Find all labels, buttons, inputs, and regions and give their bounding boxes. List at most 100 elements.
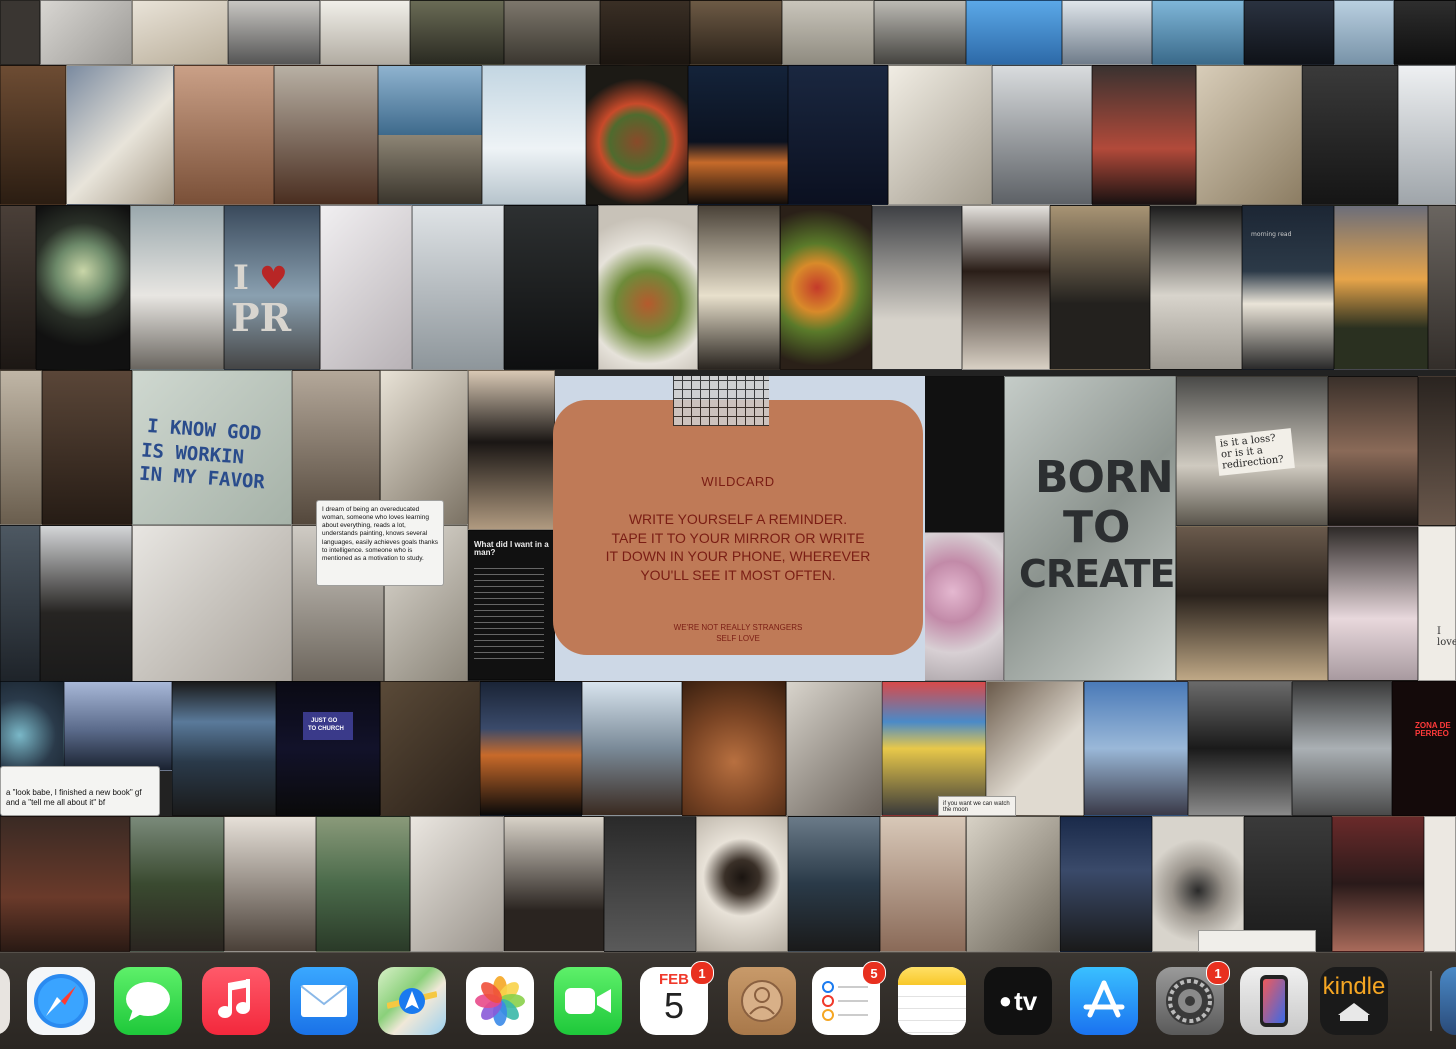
envelope-icon bbox=[300, 985, 348, 1017]
system-settings-app-icon[interactable]: 1 bbox=[1156, 961, 1230, 1035]
dock-app-partial[interactable] bbox=[0, 967, 10, 1035]
collage-photo: is it a loss? or is it a redirection? bbox=[1176, 376, 1328, 526]
safari-compass-icon bbox=[34, 974, 88, 1028]
messages-app-icon[interactable] bbox=[114, 967, 182, 1035]
calendar-app-icon[interactable]: FEB 5 1 bbox=[640, 961, 714, 1035]
collage-photo bbox=[130, 205, 224, 370]
iphone-icon bbox=[1260, 975, 1288, 1027]
collage-photo bbox=[918, 532, 1004, 681]
tv-app-icon[interactable]: ● tv bbox=[984, 967, 1052, 1035]
born-line-2: TO bbox=[1063, 502, 1131, 553]
collage-photo bbox=[1150, 205, 1242, 370]
reminders-app-icon[interactable]: 5 bbox=[812, 961, 886, 1035]
collage-photo bbox=[504, 0, 600, 65]
maps-app-icon[interactable] bbox=[378, 967, 446, 1035]
church-line-1: JUST GO bbox=[311, 718, 338, 724]
note-watch-moon: if you want we can watch the moon bbox=[938, 796, 1016, 816]
collage-photo bbox=[582, 681, 682, 816]
contacts-app-icon[interactable] bbox=[728, 967, 796, 1035]
dock-recent-item[interactable] bbox=[1440, 967, 1456, 1035]
notes-app-icon[interactable] bbox=[898, 967, 966, 1035]
collage-photo bbox=[40, 0, 132, 65]
collage-photo: JUST GO TO CHURCH bbox=[276, 681, 380, 816]
collage-photo bbox=[482, 65, 586, 205]
collage-photo bbox=[788, 816, 880, 952]
zona-neon-sign: ZONA DE PERREO bbox=[1415, 721, 1451, 739]
collage-photo bbox=[786, 681, 882, 816]
collage-photo bbox=[1332, 816, 1424, 952]
collage-photo bbox=[1418, 376, 1456, 526]
wildcard-body: WRITE YOURSELF A REMINDER. TAPE IT TO YO… bbox=[573, 510, 903, 584]
wildcard-card: WILDCARD WRITE YOURSELF A REMINDER. TAPE… bbox=[553, 400, 923, 655]
collage-photo bbox=[780, 205, 872, 370]
desktop-wallpaper-collage: I ♥ PR morning read I KNOW GOD IS WORKIN… bbox=[0, 0, 1456, 952]
collage-photo bbox=[696, 816, 788, 952]
collage-photo bbox=[1092, 65, 1196, 205]
photos-flower-icon bbox=[475, 976, 525, 1026]
apple-logo-icon: ● bbox=[998, 988, 1013, 1013]
collage-photo bbox=[504, 816, 604, 952]
app-store-app-icon[interactable] bbox=[1070, 967, 1138, 1035]
collage-photo bbox=[130, 816, 224, 952]
collage-photo bbox=[586, 65, 688, 205]
collage-photo bbox=[788, 65, 888, 205]
collage-photo bbox=[410, 816, 504, 952]
graffiti-line-3: IN MY FAVOR bbox=[138, 462, 266, 494]
mail-app-icon[interactable] bbox=[290, 967, 358, 1035]
note-title: What did I want in a man? bbox=[474, 540, 549, 558]
collage-photo bbox=[1334, 0, 1394, 65]
collage-photo bbox=[1334, 205, 1428, 370]
collage-photo bbox=[1198, 930, 1316, 952]
i-love-pr-letter-i: I bbox=[233, 258, 249, 298]
collage-photo bbox=[40, 525, 132, 685]
collage-photo bbox=[1176, 526, 1328, 681]
music-app-icon[interactable] bbox=[202, 967, 270, 1035]
wildcard-title: WILDCARD bbox=[701, 474, 775, 489]
collage-photo bbox=[1244, 0, 1334, 65]
speech-bubble-icon bbox=[126, 982, 170, 1021]
collage-photo bbox=[1398, 65, 1456, 205]
collage-photo bbox=[962, 205, 1050, 370]
collage-photo bbox=[410, 0, 504, 65]
wildcard-category: SELF LOVE bbox=[716, 634, 760, 643]
collage-photo bbox=[1084, 681, 1188, 816]
collage-photo: BORN TO CREATE bbox=[1004, 376, 1176, 681]
reminders-notification-badge: 5 bbox=[862, 961, 886, 985]
collage-photo bbox=[888, 65, 992, 205]
collage-photo bbox=[0, 205, 36, 370]
collage-photo bbox=[132, 525, 292, 685]
collage-photo bbox=[0, 65, 66, 205]
collage-photo: morning read bbox=[1242, 205, 1334, 370]
church-line-2: TO CHURCH bbox=[308, 726, 344, 732]
wildcard-line: WRITE YOURSELF A REMINDER. bbox=[628, 511, 848, 527]
collage-photo bbox=[874, 0, 966, 65]
safari-app-icon[interactable] bbox=[27, 967, 95, 1035]
sign-board: is it a loss? or is it a redirection? bbox=[1215, 428, 1295, 476]
kindle-app-icon[interactable]: kindle bbox=[1320, 967, 1388, 1035]
collage-photo bbox=[880, 816, 966, 952]
collage-photo bbox=[690, 0, 782, 65]
dock-divider bbox=[1430, 971, 1432, 1031]
collage-photo: ZONA DE PERREO bbox=[1392, 681, 1456, 816]
collage-photo: I ♥ PR bbox=[224, 205, 320, 370]
person-icon bbox=[741, 980, 783, 1022]
iphone-mirroring-app-icon[interactable] bbox=[1240, 967, 1308, 1035]
collage-photo bbox=[66, 65, 174, 205]
photos-app-icon[interactable] bbox=[466, 967, 534, 1035]
collage-photo bbox=[0, 0, 40, 65]
tweet-overeducated: I dream of being an overeducated woman, … bbox=[316, 500, 444, 586]
kindle-label: kindle bbox=[1322, 973, 1386, 1000]
collage-photo bbox=[604, 816, 696, 952]
collage-photo bbox=[688, 65, 788, 205]
dock: FEB 5 1 5 ● tv 1 kindle bbox=[0, 952, 1456, 1049]
born-line-3: CREATE bbox=[1019, 552, 1175, 596]
notes-lines bbox=[898, 985, 966, 1035]
collage-photo bbox=[380, 681, 480, 816]
wildcard-brand: WE'RE NOT REALLY STRANGERS bbox=[673, 623, 803, 632]
calendar-day: 5 bbox=[663, 985, 685, 1026]
collage-photo bbox=[1302, 65, 1398, 205]
collage-photo bbox=[320, 205, 412, 370]
facetime-app-icon[interactable] bbox=[554, 967, 622, 1035]
i-love-text: I love bbox=[1437, 626, 1456, 648]
app-store-a-icon bbox=[1083, 980, 1125, 1018]
